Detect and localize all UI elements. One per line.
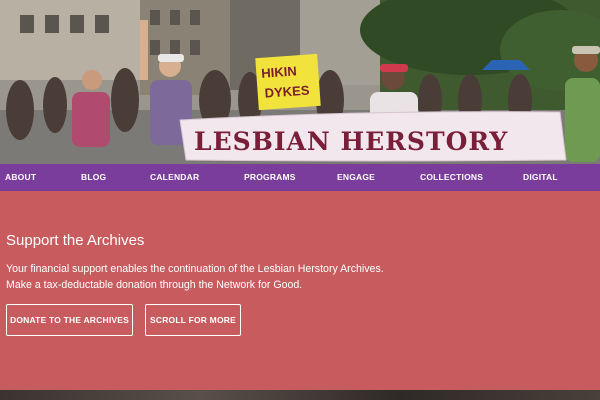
nav-item-collections[interactable]: COLLECTIONS — [420, 164, 483, 191]
scroll-for-more-button[interactable]: SCROLL FOR MORE — [145, 304, 241, 336]
nav-item-engage[interactable]: ENGAGE — [337, 164, 375, 191]
nav-item-blog[interactable]: BLOG — [81, 164, 106, 191]
nav-item-calendar[interactable]: CALENDAR — [150, 164, 199, 191]
support-title: Support the Archives — [6, 232, 145, 249]
nav-item-digital[interactable]: DIGITAL — [523, 164, 558, 191]
next-section-photo-edge — [0, 390, 600, 400]
hero-photo: HIKIN DYKES LESBIAN HERSTORY — [0, 0, 600, 164]
banner-text: LESBIAN HERSTORY — [194, 127, 508, 156]
support-panel: Support the Archives Your financial supp… — [0, 191, 600, 390]
donate-button[interactable]: DONATE TO THE ARCHIVES — [6, 304, 133, 336]
support-description: Your financial support enables the conti… — [6, 263, 384, 291]
nav-item-programs[interactable]: PROGRAMS — [244, 164, 296, 191]
nav-item-about[interactable]: ABOUT — [5, 164, 36, 191]
sign-line2: DYKES — [264, 83, 310, 101]
main-navigation: ABOUT BLOG CALENDAR PROGRAMS ENGAGE COLL… — [0, 164, 600, 191]
sign-line1: HIKIN — [261, 63, 297, 80]
parade-photo-illustration: HIKIN DYKES LESBIAN HERSTORY — [0, 0, 600, 164]
